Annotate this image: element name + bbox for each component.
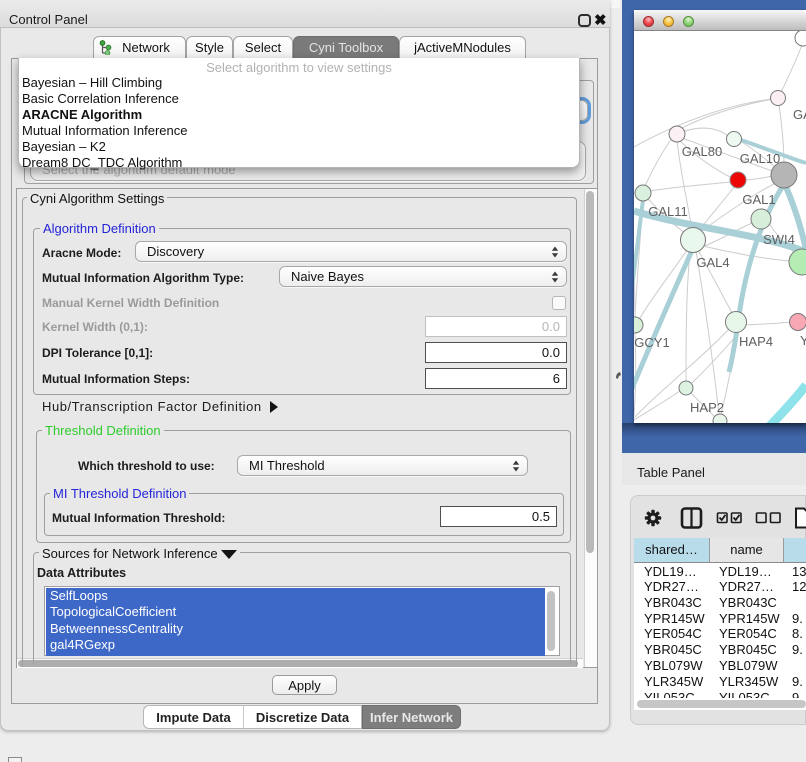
svg-text:HAP2: HAP2: [690, 400, 724, 415]
svg-text:GAL80: GAL80: [682, 144, 722, 159]
svg-text:GAL11: GAL11: [648, 204, 688, 219]
svg-text:GAL10: GAL10: [740, 151, 780, 166]
svg-text:HAP4: HAP4: [739, 334, 773, 349]
svg-text:GCY1: GCY1: [634, 335, 669, 350]
svg-text:Y: Y: [800, 333, 806, 348]
svg-text:GAL7: GAL7: [793, 107, 806, 122]
svg-text:SWI4: SWI4: [763, 232, 795, 247]
svg-text:GAL4: GAL4: [696, 255, 729, 270]
svg-text:GAL1: GAL1: [742, 192, 775, 207]
